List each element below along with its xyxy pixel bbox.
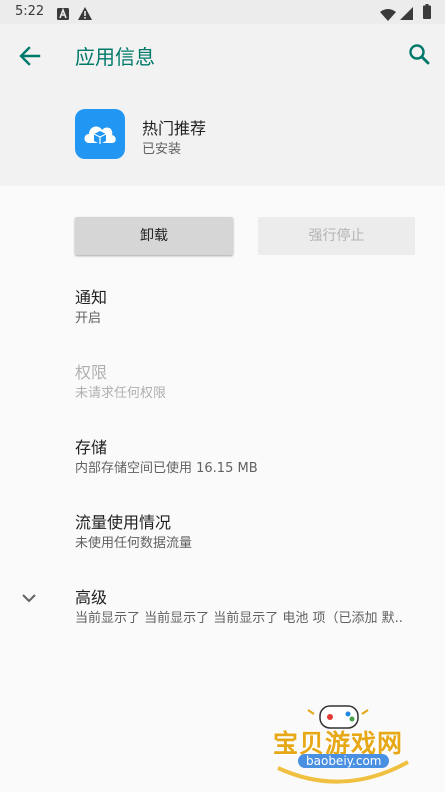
wifi-icon [380,6,396,25]
uninstall-button[interactable]: 卸载 [75,217,233,255]
app-header: 应用信息 热门推荐 已安装 [0,24,445,186]
setting-notifications[interactable]: 通知 开启 [0,284,445,330]
chevron-down-icon [22,594,36,603]
warning-icon [78,5,92,24]
setting-summary: 未请求任何权限 [75,386,167,401]
setting-summary: 未使用任何数据流量 [75,536,193,551]
setting-storage[interactable]: 存储 内部存储空间已使用 16.15 MB [0,434,445,480]
setting-title: 通知 [75,288,108,307]
setting-summary: 开启 [75,311,102,326]
app-install-status: 已安装 [142,142,182,157]
setting-title: 存储 [75,438,108,457]
status-bar: 5:22 [0,0,445,24]
search-icon [409,44,430,65]
search-button[interactable] [400,36,440,74]
a-notification-icon [57,5,69,24]
arrow-back-icon [19,46,41,66]
setting-data-usage[interactable]: 流量使用情况 未使用任何数据流量 [0,509,445,555]
watermark: 宝贝游戏网 baobeiy.com [268,700,418,788]
status-time: 5:22 [15,4,45,19]
page-title: 应用信息 [75,45,155,69]
setting-summary: 内部存储空间已使用 16.15 MB [75,461,258,476]
watermark-url: baobeiy.com [298,754,390,768]
setting-advanced[interactable]: 高级 当前显示了 当前显示了 当前显示了 电池 项（已添加 默.. [0,584,445,630]
setting-title: 流量使用情况 [75,513,172,532]
app-name: 热门推荐 [142,119,207,138]
force-stop-button[interactable]: 强行停止 [258,217,415,255]
cloud-box-icon [75,109,125,159]
setting-summary: 当前显示了 当前显示了 当前显示了 电池 项（已添加 默.. [75,611,403,626]
setting-permissions[interactable]: 权限 未请求任何权限 [0,359,445,405]
battery-icon [423,4,431,23]
setting-title: 高级 [75,588,108,607]
setting-title: 权限 [75,363,108,382]
signal-icon [400,5,413,24]
back-button[interactable] [12,38,48,74]
